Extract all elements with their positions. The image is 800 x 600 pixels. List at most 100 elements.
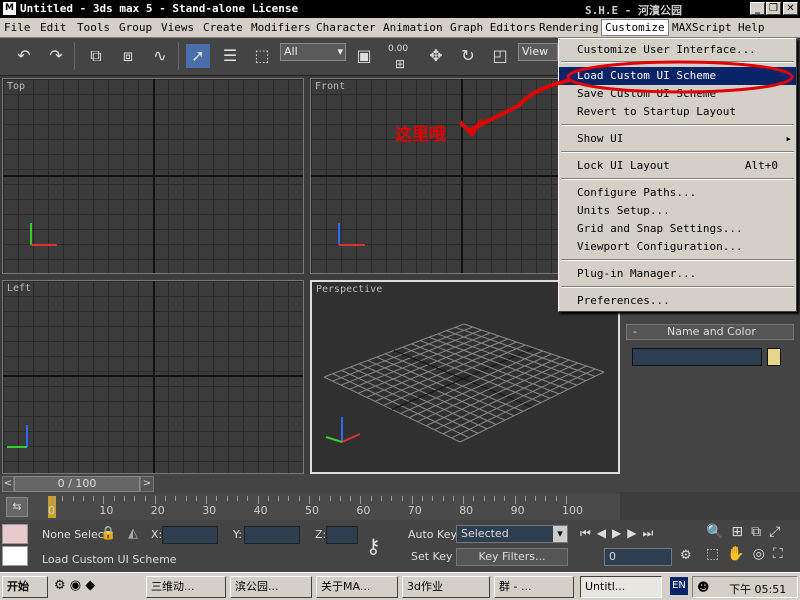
task-button[interactable]: 3d作业 xyxy=(402,576,490,598)
undo-icon[interactable]: ↶ xyxy=(12,44,36,68)
object-color-swatch[interactable] xyxy=(767,348,781,366)
object-name-field[interactable] xyxy=(632,348,762,366)
quick-launch-icons[interactable]: ⚙ ◉ ◆ xyxy=(54,578,95,593)
reference-coordinate-select[interactable]: View xyxy=(518,43,558,61)
start-label: 开始 xyxy=(7,580,29,593)
close-button[interactable]: ✕ xyxy=(783,2,798,15)
task-button-active[interactable]: Untitl... xyxy=(580,576,662,598)
prev-frame-button[interactable]: < xyxy=(2,476,14,492)
ruler-tick xyxy=(113,496,115,501)
time-configuration-icon[interactable]: ⚙ xyxy=(680,548,692,563)
viewport-left[interactable]: Left xyxy=(2,280,304,474)
mini-listener-icon[interactable] xyxy=(2,546,28,566)
language-indicator[interactable]: EN xyxy=(670,577,688,595)
select-object-icon[interactable]: ➚ xyxy=(186,44,210,68)
ruler-tick xyxy=(370,496,372,501)
viewport-label[interactable]: Front xyxy=(315,81,345,92)
ruler-tick-label: 20 xyxy=(150,504,165,517)
viewport-navigation-icons[interactable]: 🔍⊞⧉⤢ xyxy=(706,524,800,540)
menu-tools[interactable]: Tools xyxy=(77,21,110,34)
menu-divider xyxy=(561,178,794,180)
select-window-icon[interactable]: ▣ xyxy=(352,44,376,68)
menu-item-preferences[interactable]: Preferences... xyxy=(559,292,796,310)
lock-icon[interactable]: 🔒 xyxy=(100,526,116,541)
auto-key-button[interactable]: Auto Key xyxy=(408,528,457,541)
ruler-tick xyxy=(401,496,403,501)
selection-filter-select[interactable]: All ▾ xyxy=(280,43,346,61)
task-button[interactable]: 群 - ... xyxy=(494,576,574,598)
axis-tripod-icon xyxy=(30,223,57,246)
ruler-tick xyxy=(566,496,567,504)
menu-rendering[interactable]: Rendering xyxy=(539,21,599,34)
menu-views[interactable]: Views xyxy=(161,21,194,34)
next-frame-button[interactable]: > xyxy=(140,476,154,492)
menu-animation[interactable]: Animation xyxy=(383,21,443,34)
selection-region-icon[interactable]: ⬚ xyxy=(250,44,274,68)
select-by-name-icon[interactable]: ☰ xyxy=(218,44,242,68)
rollout-header[interactable]: - Name and Color xyxy=(626,324,794,340)
transform-type-in-icon[interactable]: ◭ xyxy=(128,526,138,541)
title-bar: M Untitled - 3ds max 5 - Stand-alone Lic… xyxy=(0,0,800,18)
ruler-tick xyxy=(545,496,547,501)
viewport-top[interactable]: Top xyxy=(2,78,304,274)
axis-tripod-line xyxy=(325,436,343,443)
menu-modifiers[interactable]: Modifiers xyxy=(251,21,311,34)
tray-icon[interactable]: ☻ xyxy=(697,580,710,594)
menu-item-customize-ui[interactable]: Customize User Interface... xyxy=(559,41,796,59)
menu-edit[interactable]: Edit xyxy=(40,21,67,34)
ruler-tick-label: 80 xyxy=(459,504,474,517)
ruler-tick-label: 70 xyxy=(407,504,422,517)
task-button[interactable]: 关于MA... xyxy=(316,576,398,598)
key-filters-button[interactable]: Key Filters... xyxy=(456,548,568,566)
selection-filter-value: All xyxy=(284,45,298,58)
redo-icon[interactable]: ↷ xyxy=(44,44,68,68)
menu-item-configure-paths[interactable]: Configure Paths... xyxy=(559,184,796,202)
menu-group[interactable]: Group xyxy=(119,21,152,34)
x-coordinate-field[interactable] xyxy=(162,526,218,544)
menu-file[interactable]: File xyxy=(4,21,31,34)
ruler-tick xyxy=(103,496,105,504)
menu-graph-editors[interactable]: Graph Editors xyxy=(450,21,536,34)
task-button[interactable]: 滨公园... xyxy=(230,576,312,598)
menu-item-lock-ui-layout[interactable]: Lock UI Layout Alt+0 xyxy=(559,157,796,175)
ruler-tick xyxy=(483,496,485,501)
menu-item-plugin-manager[interactable]: Plug-in Manager... xyxy=(559,265,796,283)
maximize-button[interactable]: ❐ xyxy=(766,2,781,15)
axis-tripod-line xyxy=(341,433,361,443)
menu-maxscript[interactable]: MAXScript xyxy=(672,21,732,34)
menu-item-units-setup[interactable]: Units Setup... xyxy=(559,202,796,220)
menu-create[interactable]: Create xyxy=(203,21,243,34)
ruler-tick xyxy=(360,496,362,504)
frame-counter[interactable]: 0 / 100 xyxy=(14,476,140,492)
menu-item-grid-snap-settings[interactable]: Grid and Snap Settings... xyxy=(559,220,796,238)
menu-customize[interactable]: Customize xyxy=(601,19,669,36)
menu-item-viewport-configuration[interactable]: Viewport Configuration... xyxy=(559,238,796,256)
menu-help[interactable]: Help xyxy=(738,21,765,34)
track-bar[interactable]: ⇆ 0 10 20 30 40 50 60 70 80 90 100 xyxy=(0,494,620,520)
unlink-icon[interactable]: ⧈ xyxy=(116,44,140,68)
current-frame-field[interactable]: 0 xyxy=(604,548,672,566)
bind-space-warp-icon[interactable]: ∿ xyxy=(148,44,172,68)
ruler-tick xyxy=(432,496,434,501)
viewport-navigation-icons-2[interactable]: ⬚✋◎⛶ xyxy=(706,546,800,562)
start-button[interactable]: 开始 xyxy=(2,576,48,598)
ruler-tick xyxy=(463,496,465,504)
set-key-button[interactable]: Set Key xyxy=(411,550,453,563)
ruler-tick xyxy=(216,496,218,501)
key-mode-select[interactable]: Selected ▾ xyxy=(456,525,568,543)
z-coordinate-field[interactable] xyxy=(326,526,358,544)
key-icon[interactable]: ⚷ xyxy=(366,534,381,558)
y-coordinate-field[interactable] xyxy=(244,526,300,544)
y-label: Y: xyxy=(233,528,242,541)
grid-axis xyxy=(153,79,155,273)
viewport-label[interactable]: Top xyxy=(7,81,25,92)
menu-character[interactable]: Character xyxy=(316,21,376,34)
viewport-label[interactable]: Left xyxy=(7,283,31,294)
max-script-listener-icon[interactable] xyxy=(2,524,28,544)
minimize-button[interactable]: _ xyxy=(750,2,765,15)
grid-axis xyxy=(311,175,559,177)
app-icon[interactable]: M xyxy=(3,2,16,15)
task-button[interactable]: 三维动... xyxy=(146,576,226,598)
playback-controls[interactable]: ⏮◀▶▶⏭ xyxy=(580,526,659,541)
select-and-link-icon[interactable]: ⧉ xyxy=(84,44,108,68)
